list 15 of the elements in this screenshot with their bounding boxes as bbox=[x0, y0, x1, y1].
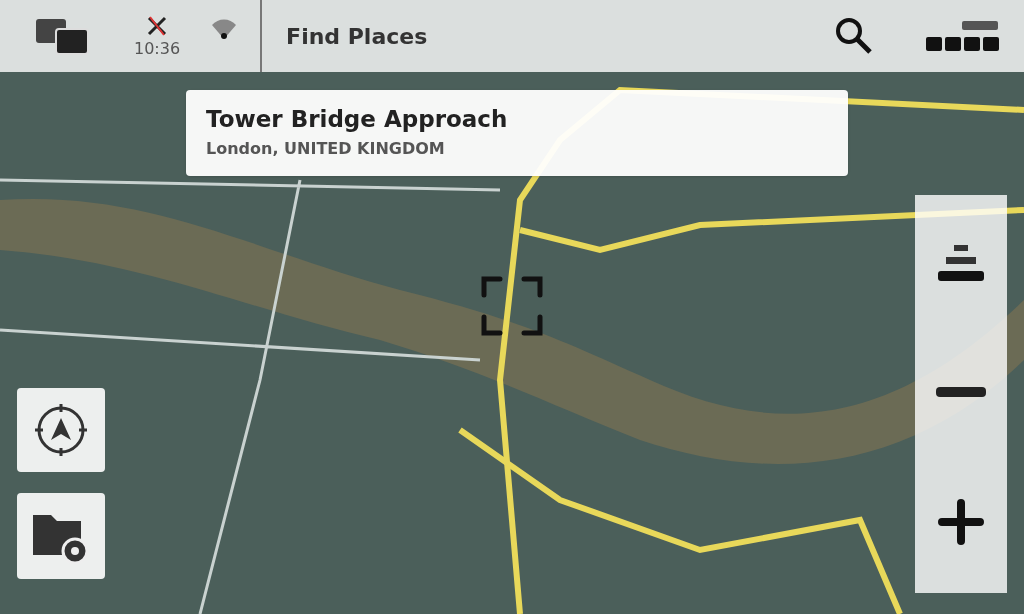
crosshair-icon bbox=[480, 275, 544, 337]
zoom-in-icon[interactable] bbox=[938, 499, 984, 545]
map-settings-button[interactable] bbox=[17, 493, 105, 579]
place-subtitle: London, UNITED KINGDOM bbox=[206, 138, 446, 161]
compass-button[interactable] bbox=[17, 388, 105, 472]
search-field[interactable]: Find Places bbox=[286, 19, 437, 53]
no-signal-icon bbox=[146, 15, 169, 37]
menu-icon[interactable] bbox=[924, 19, 1000, 53]
task-switcher-icon[interactable] bbox=[34, 17, 90, 55]
wifi-icon bbox=[210, 17, 239, 41]
search-icon[interactable] bbox=[834, 16, 874, 56]
zoom-level-thumb[interactable] bbox=[936, 387, 986, 397]
clock-time: 10:36 bbox=[134, 41, 181, 57]
place-title: Tower Bridge Approach bbox=[206, 104, 509, 134]
location-card[interactable]: Tower Bridge Approach London, UNITED KINGDOM bbox=[186, 90, 848, 176]
